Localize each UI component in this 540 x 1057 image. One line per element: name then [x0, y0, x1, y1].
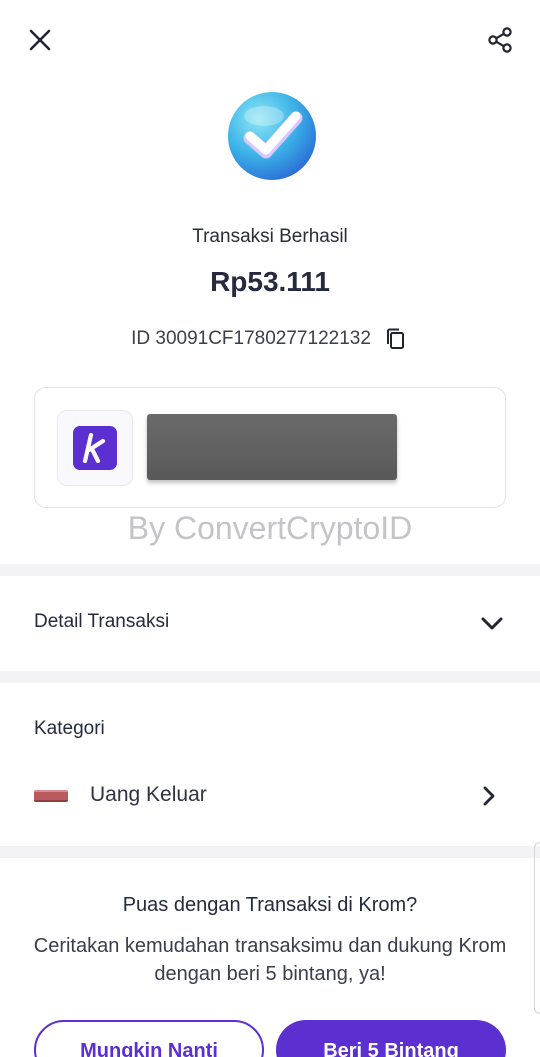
merchant-name-redacted: [147, 414, 397, 480]
transaction-amount: Rp53.111: [210, 266, 330, 297]
top-bar: [0, 0, 540, 80]
rate-5-stars-button[interactable]: Beri 5 Bintang: [276, 1020, 506, 1057]
chevron-right-icon: [483, 786, 495, 806]
rating-description: Ceritakan kemudahan transaksimu dan duku…: [33, 935, 507, 985]
merchant-logo-box: [57, 410, 133, 486]
category-color-swatch: [34, 790, 68, 802]
floating-edge-handle[interactable]: [534, 842, 540, 1014]
maybe-later-button[interactable]: Mungkin Nanti: [34, 1020, 264, 1057]
share-button[interactable]: [482, 22, 518, 58]
transaction-id-row: ID 30091CF1780277122132: [0, 326, 540, 352]
detail-transaction-toggle[interactable]: Detail Transaksi: [0, 576, 540, 671]
krom-logo-icon: [82, 433, 106, 463]
share-icon: [488, 27, 512, 53]
transaction-id: ID 30091CF1780277122132: [131, 328, 371, 349]
close-button[interactable]: [22, 22, 58, 58]
watermark: By ConvertCryptoID: [127, 510, 413, 546]
section-divider: [0, 671, 540, 683]
check-badge-icon: [228, 92, 316, 180]
chevron-down-icon: [481, 617, 503, 630]
merchant-card: [34, 387, 506, 508]
detail-transaction-label: Detail Transaksi: [34, 611, 170, 632]
category-heading: Kategori: [34, 718, 105, 739]
section-divider: [0, 564, 540, 576]
close-icon: [29, 29, 51, 51]
copy-icon: [386, 328, 404, 349]
rating-title: Puas dengan Transaksi di Krom?: [122, 894, 418, 916]
category-item[interactable]: Uang Keluar: [0, 770, 540, 822]
rating-prompt-card: Puas dengan Transaksi di Krom? Ceritakan…: [0, 858, 540, 1057]
status-title: Transaksi Berhasil: [192, 226, 348, 247]
copy-button[interactable]: [383, 326, 409, 352]
category-label: Uang Keluar: [90, 783, 207, 806]
merchant-logo: [73, 426, 117, 470]
section-divider: [0, 846, 540, 858]
